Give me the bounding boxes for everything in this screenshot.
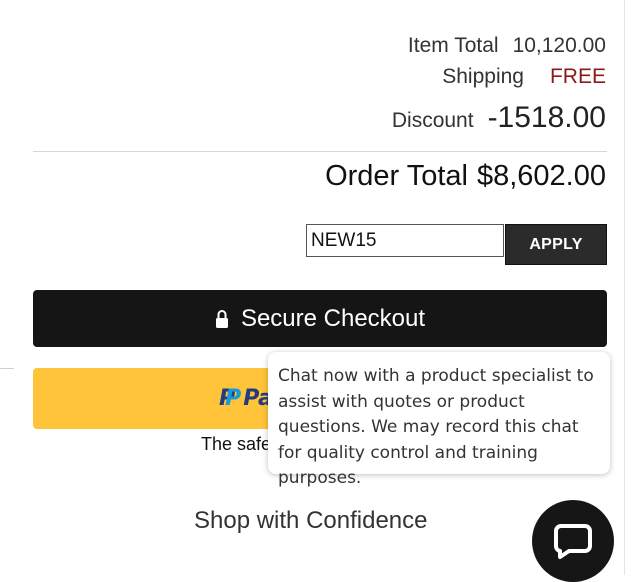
- item-total-label: Item Total: [407, 34, 499, 57]
- left-divider-fragment: [0, 368, 14, 369]
- paypal-safe-text: The safe: [201, 434, 272, 454]
- chat-launcher-button[interactable]: [532, 500, 614, 582]
- secure-checkout-label: Secure Checkout: [240, 304, 426, 332]
- order-total-label: Order Total: [325, 160, 468, 192]
- shipping-label: Shipping: [442, 65, 524, 88]
- discount-label: Discount: [391, 109, 474, 132]
- discount-row: Discount -1518.00: [392, 101, 606, 135]
- paypal-logo: P P Pa: [219, 386, 273, 411]
- page-scroll-edge: [624, 0, 640, 575]
- lock-icon: [215, 309, 229, 329]
- chat-tooltip: Chat now with a product specialist to as…: [268, 352, 610, 488]
- secure-checkout-button[interactable]: Secure Checkout: [33, 290, 607, 347]
- chat-bubble-icon: [554, 524, 592, 559]
- order-total: Order Total $8,602.00: [325, 160, 606, 193]
- discount-value: -1518.00: [487, 101, 606, 134]
- promo-code-input[interactable]: [306, 224, 504, 257]
- apply-button[interactable]: APPLY: [505, 224, 607, 265]
- summary-divider: [33, 151, 607, 152]
- shop-with-confidence-heading: Shop with Confidence: [194, 507, 428, 534]
- order-total-value: $8,602.00: [476, 160, 606, 192]
- paypal-p-overlay-icon: P: [225, 386, 242, 411]
- shipping-value: FREE: [549, 65, 606, 88]
- item-total-value: 10,120.00: [512, 34, 606, 57]
- chat-tooltip-text: Chat now with a product specialist to as…: [278, 366, 594, 488]
- shipping-row: Shipping FREE: [442, 65, 606, 89]
- item-total-row: Item Total 10,120.00: [408, 34, 606, 58]
